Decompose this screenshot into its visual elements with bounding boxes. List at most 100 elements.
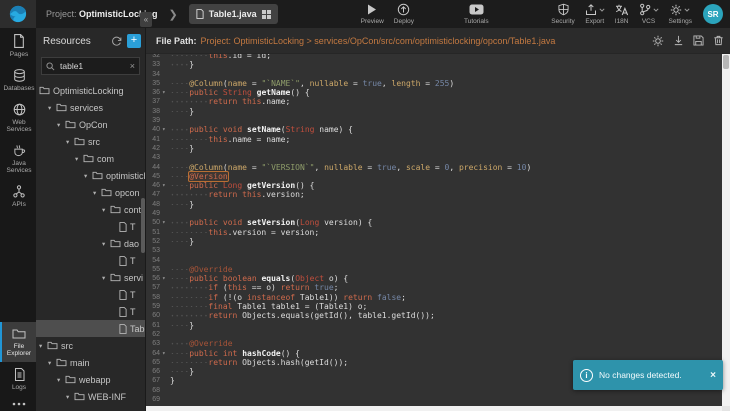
- expand-arrow-icon[interactable]: ▾: [48, 104, 56, 112]
- expand-arrow-icon[interactable]: ▾: [102, 206, 110, 214]
- code-line[interactable]: 69: [146, 395, 722, 404]
- tree-scrollbar[interactable]: [141, 198, 145, 253]
- tree-item-cont[interactable]: ▾cont: [36, 201, 145, 218]
- expand-arrow-icon[interactable]: ▾: [75, 155, 83, 163]
- tree-item-table1-java[interactable]: Table1.java: [36, 320, 145, 337]
- sidebar-item-logs[interactable]: Logs: [0, 362, 36, 396]
- tree-item-main[interactable]: ▾main: [36, 354, 145, 371]
- download-file-icon[interactable]: [673, 35, 684, 46]
- code-line[interactable]: 42}: [146, 144, 722, 153]
- code-line[interactable]: 61}: [146, 321, 722, 330]
- tree-item-t[interactable]: T: [36, 303, 145, 320]
- code-line[interactable]: 48}: [146, 200, 722, 209]
- code-line[interactable]: 59final Table1 table1 = (Table1) o;: [146, 302, 722, 311]
- avatar[interactable]: SR: [703, 4, 723, 24]
- fold-arrow-icon[interactable]: ▾: [162, 88, 170, 97]
- expand-arrow-icon[interactable]: ▾: [39, 342, 47, 350]
- sidebar-item-java-services[interactable]: Java Services: [0, 138, 36, 179]
- code-line[interactable]: 50▾public void setVersion(Long version) …: [146, 218, 722, 227]
- code-line[interactable]: 40▾public void setName(String name) {: [146, 125, 722, 134]
- tree-item-servi[interactable]: ▾servi: [36, 269, 145, 286]
- add-resource-button[interactable]: +: [127, 34, 141, 48]
- code-line[interactable]: 52}: [146, 237, 722, 246]
- i18n-button[interactable]: I18N: [610, 1, 634, 27]
- tree-item-src[interactable]: ▾src: [36, 133, 145, 150]
- sidebar-item-file-explorer[interactable]: File Explorer: [0, 322, 36, 362]
- search-input[interactable]: [58, 60, 127, 72]
- fold-arrow-icon[interactable]: ▾: [162, 274, 170, 283]
- security-button[interactable]: Security: [546, 1, 579, 27]
- code-line[interactable]: 64▾public int hashCode() {: [146, 349, 722, 358]
- tree-item-opcon[interactable]: ▾opcon: [36, 184, 145, 201]
- code-line[interactable]: 34: [146, 70, 722, 79]
- code-line[interactable]: 45@Version: [146, 172, 722, 181]
- code-line[interactable]: 46▾public Long getVersion() {: [146, 181, 722, 190]
- sidebar-item-more[interactable]: [0, 396, 36, 411]
- vcs-button[interactable]: VCS: [634, 1, 664, 27]
- code-line[interactable]: 39: [146, 116, 722, 125]
- code-line[interactable]: 37return this.name;: [146, 97, 722, 106]
- expand-arrow-icon[interactable]: ▾: [48, 359, 56, 367]
- code-line[interactable]: 44@Column(name = "`VERSION`", nullable =…: [146, 163, 722, 172]
- preview-button[interactable]: Preview: [356, 1, 389, 27]
- fold-arrow-icon[interactable]: ▾: [162, 349, 170, 358]
- code-line[interactable]: 54: [146, 256, 722, 265]
- settings-button[interactable]: Settings: [664, 1, 698, 27]
- code-line[interactable]: 58if (!(o instanceof Table1)) return fal…: [146, 293, 722, 302]
- tree-item-t[interactable]: T: [36, 252, 145, 269]
- code-line[interactable]: 49: [146, 209, 722, 218]
- sidebar-item-pages[interactable]: Pages: [0, 28, 36, 63]
- tree-item-optimisticlocking[interactable]: OptimisticLocking: [36, 82, 145, 99]
- code-line[interactable]: 51this.version = version;: [146, 228, 722, 237]
- deploy-button[interactable]: Deploy: [389, 1, 419, 27]
- sidebar-item-databases[interactable]: Databases: [0, 63, 36, 97]
- code-line[interactable]: 35@Column(name = "`NAME`", nullable = tr…: [146, 79, 722, 88]
- code-line[interactable]: 60return Objects.equals(getId(), table1.…: [146, 311, 722, 320]
- sidebar-item-apis[interactable]: APIs: [0, 179, 36, 213]
- fold-arrow-icon[interactable]: ▾: [162, 181, 170, 190]
- tree-item-dao[interactable]: ▾dao: [36, 235, 145, 252]
- export-button[interactable]: Export: [580, 1, 610, 27]
- code-scroll-area[interactable]: 32this.id = id;33}3435@Column(name = "`N…: [146, 54, 722, 406]
- code-line[interactable]: 33}: [146, 60, 722, 69]
- tutorials-button[interactable]: Tutorials: [459, 1, 494, 27]
- editor-vertical-scrollbar[interactable]: [722, 54, 730, 411]
- tree-item-web-inf[interactable]: ▾WEB-INF: [36, 388, 145, 405]
- code-line[interactable]: 38}: [146, 107, 722, 116]
- expand-arrow-icon[interactable]: ▾: [93, 189, 101, 197]
- tree-item-src[interactable]: ▾src: [36, 337, 145, 354]
- tree-item-com[interactable]: ▾com: [36, 150, 145, 167]
- tree-item-opcon[interactable]: ▾OpCon: [36, 116, 145, 133]
- collapse-panel-button[interactable]: «: [140, 12, 152, 27]
- expand-arrow-icon[interactable]: ▾: [84, 172, 92, 180]
- fold-arrow-icon[interactable]: ▾: [162, 125, 170, 134]
- tree-item-optimisticlocking[interactable]: ▾optimisticlocking: [36, 167, 145, 184]
- delete-file-trash-icon[interactable]: [713, 35, 724, 46]
- code-line[interactable]: 63@Override: [146, 339, 722, 348]
- tree-item-t[interactable]: T: [36, 218, 145, 235]
- expand-arrow-icon[interactable]: ▾: [102, 274, 110, 282]
- refresh-icon[interactable]: [111, 36, 122, 47]
- editor-horizontal-scrollbar[interactable]: [146, 406, 722, 411]
- code-line[interactable]: 43: [146, 153, 722, 162]
- save-file-icon[interactable]: [693, 35, 704, 46]
- sidebar-item-web-services[interactable]: Web Services: [0, 97, 36, 138]
- expand-arrow-icon[interactable]: ▾: [66, 138, 74, 146]
- code-line[interactable]: 55@Override: [146, 265, 722, 274]
- code-line[interactable]: 57if (this == o) return true;: [146, 283, 722, 292]
- editor-settings-gear-icon[interactable]: [652, 35, 664, 47]
- toast-close-icon[interactable]: ×: [710, 370, 716, 381]
- expand-arrow-icon[interactable]: ▾: [57, 376, 65, 384]
- open-file-tab[interactable]: Table1.java: [189, 4, 278, 24]
- fold-arrow-icon[interactable]: ▾: [162, 218, 170, 227]
- code-line[interactable]: 41this.name = name;: [146, 135, 722, 144]
- expand-arrow-icon[interactable]: ▾: [57, 121, 65, 129]
- code-line[interactable]: 56▾public boolean equals(Object o) {: [146, 274, 722, 283]
- clear-search-icon[interactable]: ×: [130, 61, 135, 71]
- expand-arrow-icon[interactable]: ▾: [102, 240, 110, 248]
- app-logo[interactable]: [0, 0, 36, 28]
- tree-item-t[interactable]: T: [36, 286, 145, 303]
- code-line[interactable]: 53: [146, 246, 722, 255]
- code-line[interactable]: 36▾public String getName() {: [146, 88, 722, 97]
- tree-item-services[interactable]: ▾services: [36, 99, 145, 116]
